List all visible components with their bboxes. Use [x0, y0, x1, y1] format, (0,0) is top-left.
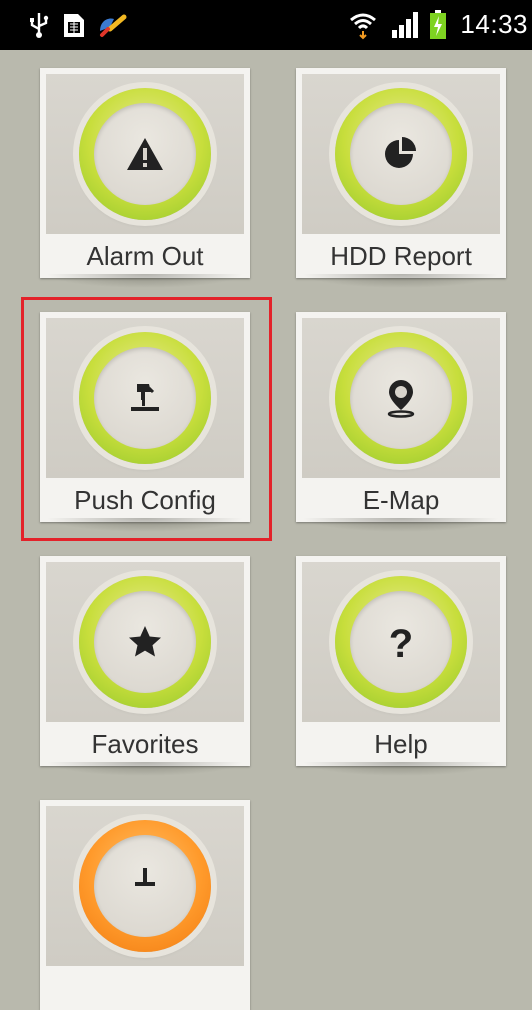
tile-label: HDD Report	[330, 240, 472, 271]
question-icon: ?	[381, 622, 421, 662]
tile-label	[40, 966, 250, 1010]
tile-e-map[interactable]: E-Map	[296, 312, 506, 532]
svg-text:?: ?	[389, 622, 413, 662]
tile-partial[interactable]	[40, 800, 250, 1010]
tile-hdd-report[interactable]: HDD Report	[296, 68, 506, 288]
tile-label: Alarm Out	[86, 240, 204, 271]
pie-chart-icon	[381, 134, 421, 174]
android-debug-icon	[96, 10, 128, 40]
battery-charging-icon	[428, 10, 448, 40]
selection-highlight	[21, 297, 272, 541]
clock: 14:33	[460, 9, 528, 39]
status-bar: 14:33	[0, 0, 532, 50]
warning-icon	[125, 134, 165, 174]
tile-label: Help	[374, 728, 428, 759]
tile-help[interactable]: ? Help	[296, 556, 506, 776]
tile-favorites[interactable]: Favorites	[40, 556, 250, 776]
partial-icon	[125, 866, 165, 906]
wifi-icon	[348, 10, 378, 40]
tile-label: Favorites	[91, 728, 199, 759]
sim-card-icon	[60, 10, 88, 40]
tile-label: E-Map	[362, 484, 440, 515]
star-icon	[125, 622, 165, 662]
signal-icon	[388, 10, 422, 40]
map-pin-icon	[381, 378, 421, 418]
usb-icon	[26, 10, 52, 40]
tile-alarm-out[interactable]: Alarm Out	[40, 68, 250, 288]
